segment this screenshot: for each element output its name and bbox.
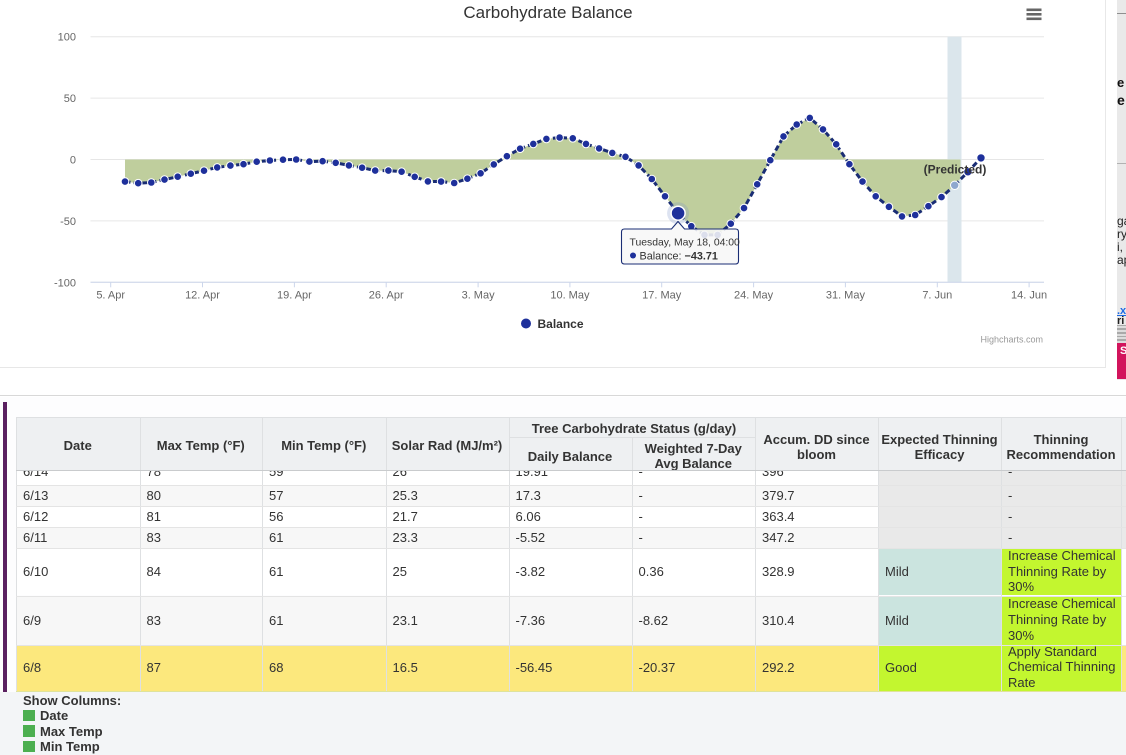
svg-text:0: 0 [70,155,76,167]
svg-text:Tuesday, May 18, 04:00: Tuesday, May 18, 04:00 [630,238,741,249]
svg-text:(Predicted): (Predicted) [924,163,987,177]
svg-text:50: 50 [64,93,76,105]
svg-text:Balance: −43.71: Balance: −43.71 [640,251,718,263]
svg-text:12. Apr: 12. Apr [185,290,220,302]
svg-text:-100: -100 [54,277,76,289]
svg-text:24. May: 24. May [734,290,774,302]
svg-text:14. Jun: 14. Jun [1011,290,1047,302]
svg-text:19. Apr: 19. Apr [277,290,312,302]
svg-text:-50: -50 [60,216,76,228]
svg-text:31. May: 31. May [826,290,866,302]
svg-text:Balance: Balance [538,317,584,331]
svg-text:10. May: 10. May [550,290,590,302]
svg-text:17. May: 17. May [642,290,682,302]
svg-text:Carbohydrate Balance: Carbohydrate Balance [463,3,632,22]
svg-text:7. Jun: 7. Jun [922,290,952,302]
svg-text:Highcharts.com: Highcharts.com [980,335,1043,345]
svg-text:3. May: 3. May [462,290,496,302]
svg-text:26. Apr: 26. Apr [369,290,404,302]
svg-text:100: 100 [58,32,76,44]
svg-text:5. Apr: 5. Apr [96,290,125,302]
